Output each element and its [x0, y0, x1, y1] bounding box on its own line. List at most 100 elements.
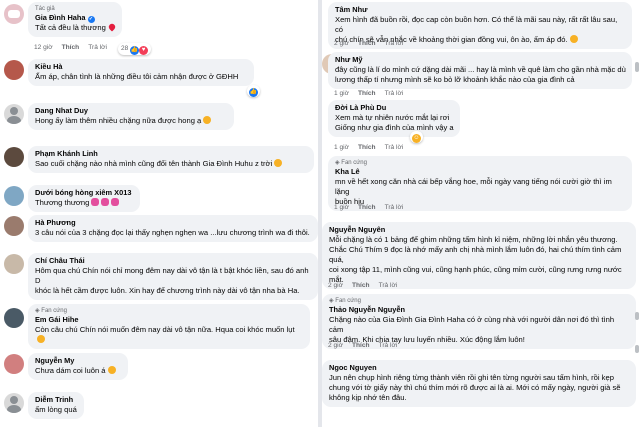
comment-author[interactable]: Như Mỹ [335, 55, 626, 65]
comment-bubble: Nguyễn My Chưa dám coi luôn á [28, 353, 128, 380]
right-comment-column: Tâm Như Xem hình đã buồn rồi, đọc cap cò… [322, 0, 640, 427]
comment-text: Xem mà tự nhiên nước mắt lại rơi Giống n… [335, 113, 454, 132]
comment-time[interactable]: 2 giờ [334, 40, 349, 47]
reaction-count: 28 [121, 45, 129, 52]
comment-author[interactable]: Chí Châu Thái [35, 256, 312, 266]
comment-meta: 12 giờ Thích Trả lời [34, 44, 116, 51]
comment-text: Chặng nào của Gia Đình Gia Đình Haha có … [329, 315, 615, 344]
avatar[interactable] [4, 4, 24, 24]
like-button[interactable]: Thích [62, 44, 80, 51]
reply-button[interactable]: Trả lời [88, 44, 107, 51]
reply-button[interactable]: Trả lời [385, 204, 404, 211]
avatar[interactable] [4, 104, 24, 124]
avatar[interactable] [4, 393, 24, 413]
reply-button[interactable]: Trả lời [379, 342, 398, 349]
comment-text: Thương thương [35, 198, 134, 208]
avatar[interactable] [4, 216, 24, 236]
fan-badge: ◈ Fan cứng [329, 298, 361, 304]
avatar[interactable] [4, 60, 24, 80]
comment-meta: 1 giờ Thích Trả lời [334, 204, 412, 211]
comment-text: Tất cả đều là thương [35, 22, 117, 33]
comment-author[interactable]: Ngoc Nguyen [329, 363, 630, 373]
left-comment-column: Tác giả Gia Đình Haha ✓ Tất cả đều là thư… [0, 0, 318, 427]
comment-time[interactable]: 1 giờ [334, 90, 349, 97]
comment-bubble: Dang Nhat Duy Hong ấy làm thêm nhiều chặ… [28, 103, 234, 130]
reaction-summary[interactable]: 28 👍 ♥ [118, 43, 152, 55]
like-button[interactable]: Thích [358, 204, 376, 211]
avatar[interactable] [4, 308, 24, 328]
comment-bubble: Hà Phương 3 câu nói của 3 chặng đọc lại … [28, 215, 318, 242]
reply-button[interactable]: Trả lời [379, 282, 398, 289]
comment-bubble: Ngoc Nguyen Jun nên chụp hình riêng từng… [322, 360, 636, 407]
comment-author[interactable]: Phạm Khánh Linh [35, 149, 308, 159]
haha-reaction-icon: ☺ [412, 134, 421, 143]
comment-time[interactable]: 12 giờ [34, 44, 53, 51]
comment-time[interactable]: 1 giờ [334, 204, 349, 211]
comment-meta: 2 giờ Thích Trả lời [328, 282, 406, 289]
comment-text: mn về hết xong căn nhà cái bếp vắng hoe,… [335, 177, 612, 206]
comment-text: Jun nên chụp hình riêng từng thành viên … [329, 373, 621, 402]
crying-emoji-icon [37, 335, 45, 343]
comment-author[interactable]: Đời Là Phù Du [335, 103, 454, 113]
like-button[interactable]: Thích [358, 40, 376, 47]
comment-time[interactable]: 2 giờ [328, 282, 343, 289]
comment-author[interactable]: Em Gái Hihe [35, 315, 304, 325]
like-reaction-icon: 👍 [130, 46, 140, 55]
author-badge: Tác giả [35, 6, 55, 12]
scrollbar-thumb[interactable] [635, 312, 639, 320]
comment-text: Ấm áp, chân tình là những điều tôi cảm n… [35, 72, 239, 81]
comment-author[interactable]: Tâm Như [335, 5, 626, 15]
scrollbar-thumb[interactable] [635, 62, 639, 72]
heart-emoji-icon [107, 22, 117, 32]
scrollbar-thumb[interactable] [635, 345, 639, 353]
comment-author[interactable]: Gia Đình Haha ✓ [35, 13, 116, 23]
comment-text: đây cũng là lí do mình cứ dặng dài mãi .… [335, 65, 626, 84]
reply-button[interactable]: Trả lời [385, 144, 404, 151]
reply-button[interactable]: Trả lời [385, 90, 404, 97]
pink-heart-emoji-icon [91, 198, 100, 206]
comment-bubble: Như Mỹ đây cũng là lí do mình cứ dặng dà… [328, 52, 632, 89]
comment-bubble: Kiều Hà Ấm áp, chân tình là những điều t… [28, 59, 254, 86]
comment-author[interactable]: Nguyễn My [35, 356, 122, 366]
comment-bubble: Phạm Khánh Linh Sao cuối chặng nào nhà m… [28, 146, 314, 173]
like-button[interactable]: Thích [352, 342, 370, 349]
comment-author[interactable]: Kiều Hà [35, 62, 248, 72]
comment-time[interactable]: 2 giờ [328, 342, 343, 349]
like-reaction-icon: 👍 [249, 88, 258, 97]
comment-author[interactable]: Diễm Trinh [35, 395, 78, 405]
comment-bubble: Diễm Trinh ấm lòng quá [28, 392, 84, 419]
avatar[interactable] [4, 354, 24, 374]
reply-button[interactable]: Trả lời [385, 40, 404, 47]
like-button[interactable]: Thích [358, 90, 376, 97]
comment-author[interactable]: Dưới bóng hòng xiêm X013 [35, 188, 134, 198]
avatar[interactable] [4, 186, 24, 206]
crying-emoji-icon [274, 159, 283, 167]
comment-text: Chưa dám coi luôn á [35, 366, 122, 376]
like-button[interactable]: Thích [358, 144, 376, 151]
reaction-summary[interactable]: 👍 [247, 85, 260, 97]
comment-author[interactable]: Thảo Nguyễn Nguyễn [329, 305, 630, 315]
avatar[interactable] [4, 147, 24, 167]
crying-emoji-icon [569, 35, 578, 43]
pink-heart-emoji-icon [111, 198, 120, 206]
comment-author[interactable]: Dang Nhat Duy [35, 106, 228, 116]
comment-bubble: ◈ Fan cứng Kha Lê mn về hết xong căn nhà… [328, 156, 632, 211]
comment-bubble: Nguyễn Nguyên Mỗi chặng là có 1 bảng để … [322, 222, 636, 289]
comment-author[interactable]: Hà Phương [35, 218, 312, 228]
comment-author[interactable]: Kha Lê [335, 167, 626, 177]
comment-meta: 1 giờ Thích Trả lời [334, 90, 412, 97]
crying-emoji-icon [107, 366, 116, 374]
comment-text: Mỗi chặng là có 1 bảng để ghim những tấm… [329, 235, 622, 284]
comment-text: 3 câu nói của 3 chặng đọc lại thấy nghẹn… [35, 228, 310, 237]
avatar[interactable] [4, 254, 24, 274]
comment-text: Còn câu chú Chín nói muốn đêm nay dài vô… [35, 325, 304, 345]
comment-time[interactable]: 1 giờ [334, 144, 349, 151]
comment-meta: 1 giờ Thích Trả lời [334, 144, 412, 151]
comment-bubble: Đời Là Phù Du Xem mà tự nhiên nước mắt l… [328, 100, 460, 137]
pink-heart-emoji-icon [101, 198, 110, 206]
comment-author[interactable]: Nguyễn Nguyên [329, 225, 630, 235]
comment-text: Hong ấy làm thêm nhiều chặng nữa được ho… [35, 116, 228, 126]
reaction-summary[interactable]: ☺ [410, 131, 423, 143]
comment-text: ấm lòng quá [35, 405, 77, 414]
like-button[interactable]: Thích [352, 282, 370, 289]
